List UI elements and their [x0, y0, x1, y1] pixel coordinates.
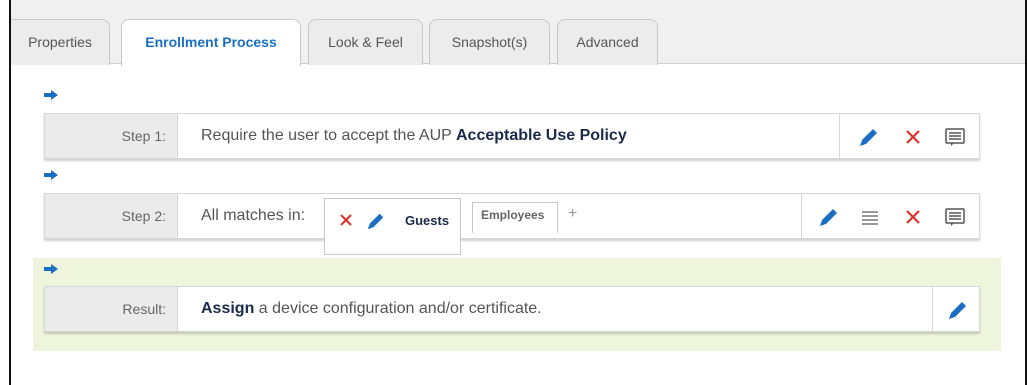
step-1-label: Step 1:	[45, 114, 178, 158]
close-icon[interactable]	[902, 206, 924, 228]
step-1-content: Require the user to accept the AUP Accep…	[201, 114, 627, 158]
pencil-icon[interactable]	[858, 126, 880, 148]
result-row: Result: Assign a device configuration an…	[44, 286, 980, 332]
tab-snapshots[interactable]: Snapshot(s)	[429, 19, 550, 65]
step-2-label: Step 2:	[45, 194, 178, 238]
tab-enrollment-process[interactable]: Enrollment Process	[121, 19, 301, 66]
step-1-row: Step 1: Require the user to accept the A…	[44, 113, 980, 159]
step-1-actions	[839, 114, 980, 158]
pencil-icon[interactable]	[818, 206, 840, 228]
result-text: a device configuration and/or certificat…	[258, 300, 542, 317]
tab-properties[interactable]: Properties	[11, 19, 110, 65]
tab-advanced[interactable]: Advanced	[557, 19, 658, 65]
result-actions	[932, 287, 980, 331]
step-2-actions	[801, 194, 980, 238]
app-frame: Properties Enrollment Process Look & Fee…	[9, 0, 1027, 385]
list-icon[interactable]	[859, 206, 881, 228]
pencil-icon[interactable]	[947, 299, 969, 321]
close-icon[interactable]	[902, 126, 924, 148]
arrow-right-icon	[44, 90, 58, 100]
add-subtab-button[interactable]: +	[568, 205, 577, 223]
result-content: Assign a device configuration and/or cer…	[201, 287, 542, 331]
pencil-icon[interactable]	[366, 211, 386, 234]
step-1-text: Require the user to accept the AUP	[201, 127, 452, 144]
arrow-right-icon	[44, 264, 58, 274]
tab-look-and-feel[interactable]: Look & Feel	[308, 19, 423, 65]
subtab-guests[interactable]: Guests	[324, 198, 461, 255]
arrow-right-icon	[44, 170, 58, 180]
subtab-guests-label: Guests	[405, 213, 450, 228]
tab-bar: Properties Enrollment Process Look & Fee…	[11, 0, 1025, 66]
aup-link[interactable]: Acceptable Use Policy	[456, 127, 627, 144]
result-action: Assign	[201, 300, 255, 317]
comment-icon[interactable]	[944, 206, 966, 228]
subtab-employees[interactable]: Employees	[472, 202, 558, 233]
result-label: Result:	[45, 287, 178, 331]
comment-icon[interactable]	[944, 126, 966, 148]
close-icon[interactable]	[337, 211, 355, 232]
step-2-content: All matches in:	[201, 207, 306, 224]
